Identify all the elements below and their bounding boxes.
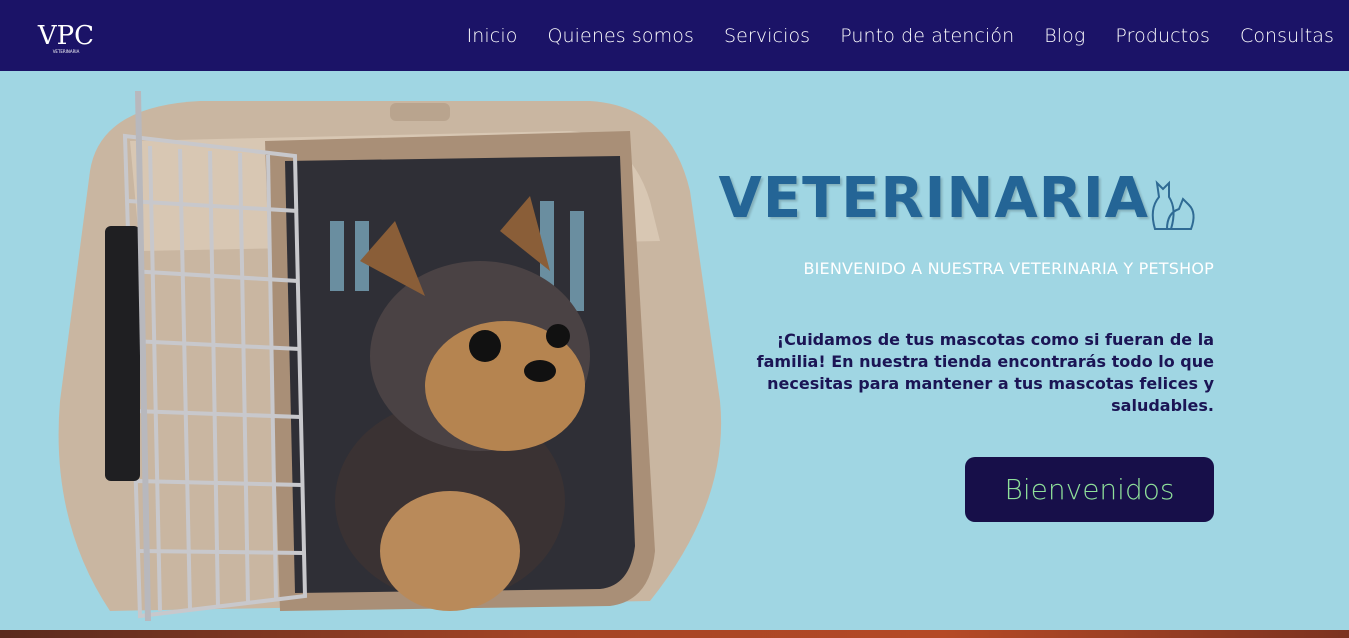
bienvenidos-button[interactable]: Bienvenidos — [965, 457, 1214, 522]
main-nav: Inicio Quienes somos Servicios Punto de … — [437, 0, 1334, 71]
logo-text: VPC — [37, 21, 94, 51]
hero-title-wrap: VETERINARIA — [718, 166, 1199, 231]
hero-image-puppy-carrier — [30, 81, 740, 630]
hero-section: VETERINARIA BIENVENIDO A NUESTRA VETERIN… — [0, 71, 1349, 630]
nav-link-punto-de-atencion[interactable]: Punto de atención — [840, 25, 1014, 47]
logo[interactable]: VPC VETERINARIA — [36, 6, 96, 66]
nav-link-quienes-somos[interactable]: Quienes somos — [547, 25, 694, 47]
hero-subtitle: BIENVENIDO A NUESTRA VETERINARIA Y PETSH… — [803, 259, 1214, 278]
cat-dog-icon — [1145, 169, 1199, 233]
nav-link-inicio[interactable]: Inicio — [467, 25, 518, 47]
logo-subtext: VETERINARIA — [53, 49, 80, 54]
next-section-edge — [0, 630, 1349, 638]
hero-description: ¡Cuidamos de tus mascotas como si fueran… — [756, 330, 1214, 415]
nav-link-servicios[interactable]: Servicios — [724, 25, 810, 47]
hero-title: VETERINARIA — [718, 166, 1149, 231]
top-navbar: VPC VETERINARIA Inicio Quienes somos Ser… — [0, 0, 1349, 71]
nav-link-productos[interactable]: Productos — [1115, 25, 1210, 47]
logo-icon: VPC VETERINARIA — [37, 21, 94, 54]
nav-link-blog[interactable]: Blog — [1044, 25, 1085, 47]
nav-link-consultas[interactable]: Consultas — [1240, 25, 1334, 47]
